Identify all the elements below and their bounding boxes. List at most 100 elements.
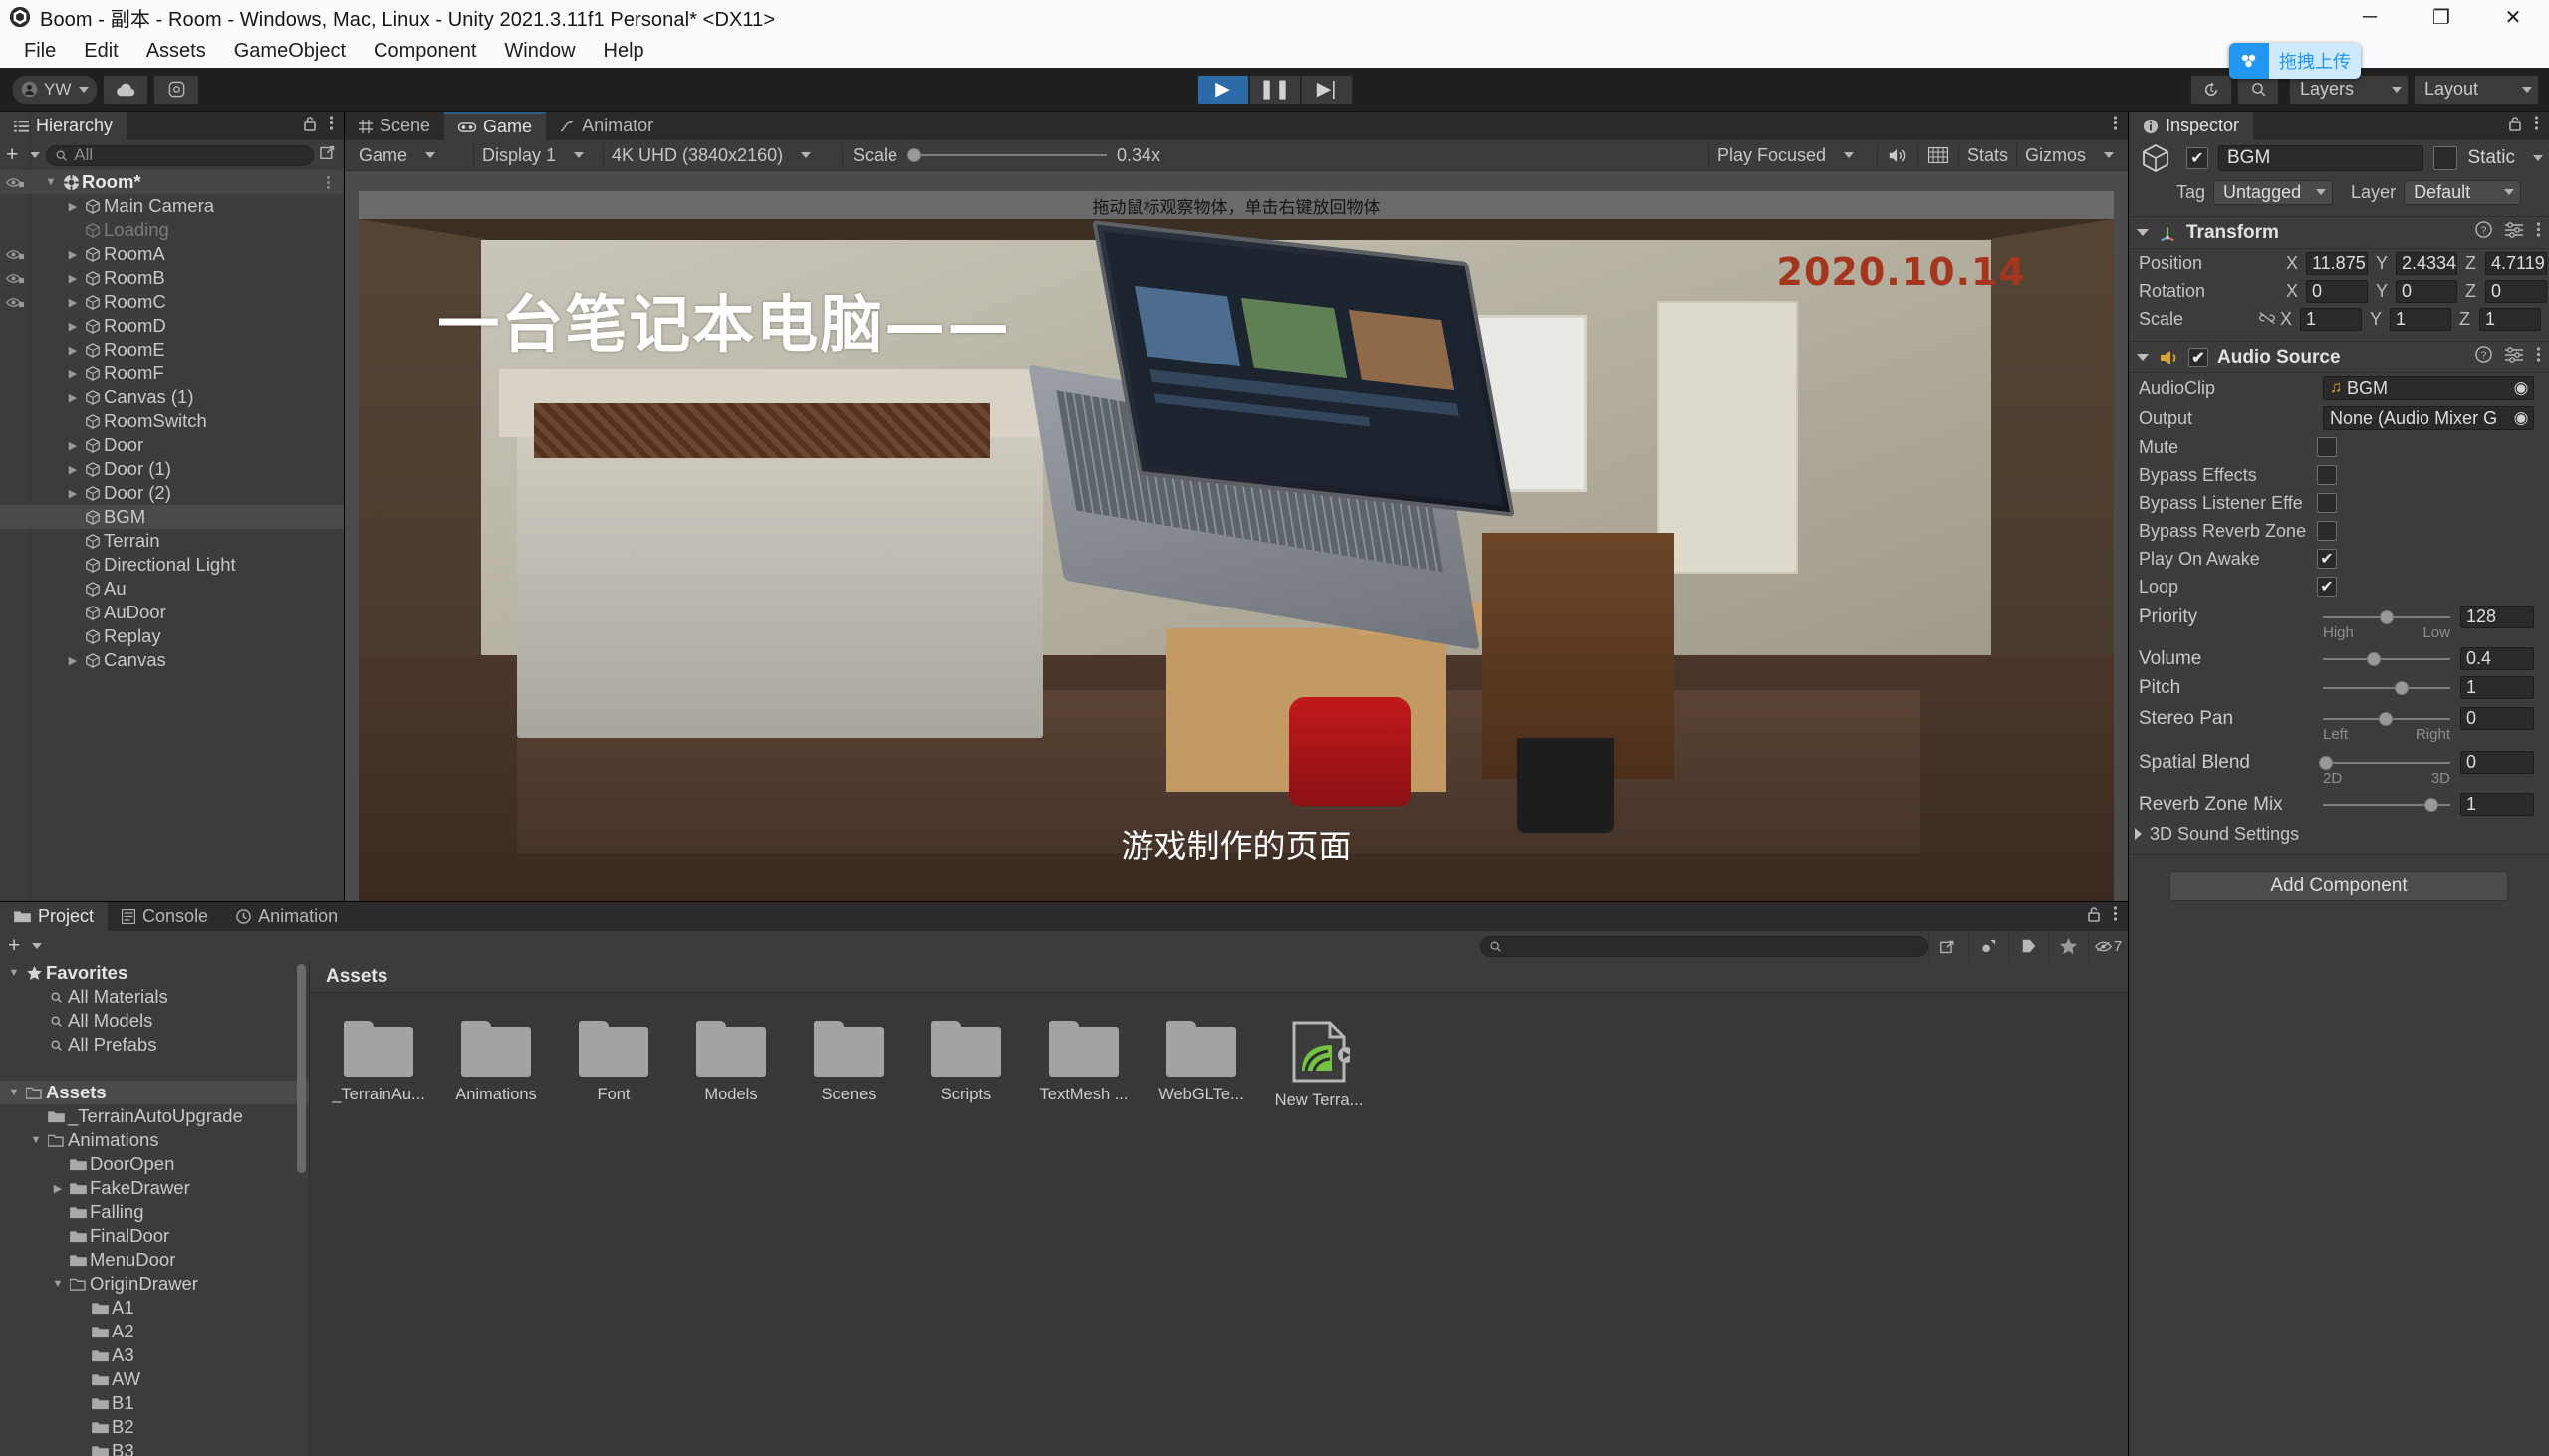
visibility-eye-icon[interactable]	[0, 176, 30, 188]
hierarchy-item[interactable]: ▶ RoomF	[0, 362, 344, 385]
expand-arrow-icon[interactable]: ▶	[64, 391, 82, 404]
audiosource-slider[interactable]	[2323, 607, 2450, 628]
favorite-star-icon[interactable]	[2048, 931, 2088, 961]
project-tree-item[interactable]: All Models	[0, 1009, 309, 1033]
menu-item-assets[interactable]: Assets	[132, 34, 220, 68]
hierarchy-item[interactable]: ▶ Door (1)	[0, 457, 344, 481]
hierarchy-item[interactable]: ▶ RoomA	[0, 242, 344, 266]
transform-y-input[interactable]: 2.4334	[2396, 251, 2457, 275]
object-picker-icon[interactable]: ◉	[2509, 378, 2533, 398]
tag-dropdown[interactable]: Untagged	[2213, 179, 2334, 205]
expand-arrow-icon[interactable]: ▶	[64, 248, 82, 261]
expand-arrow-icon[interactable]: ▶	[64, 272, 82, 285]
menu-item-component[interactable]: Component	[360, 34, 490, 68]
object-enabled-checkbox[interactable]: ✔	[2186, 147, 2208, 169]
expand-arrow-icon[interactable]: ▶	[64, 320, 82, 333]
project-tree-item[interactable]: A3	[0, 1343, 309, 1367]
hierarchy-item[interactable]: RoomSwitch	[0, 409, 344, 433]
asset-grid[interactable]: _TerrainAu... Animations Font Models Scenes S…	[310, 993, 2128, 1110]
project-tree-item[interactable]: A2	[0, 1320, 309, 1343]
collab-button[interactable]	[153, 74, 200, 105]
lock-icon[interactable]	[2508, 116, 2522, 137]
game-target-dropdown[interactable]: Game	[351, 143, 474, 167]
chevron-right-icon[interactable]	[2135, 828, 2142, 840]
expand-arrow-icon[interactable]: ▼	[6, 1087, 22, 1098]
expand-arrow-icon[interactable]: ▶	[64, 367, 82, 380]
slider-knob[interactable]	[2318, 755, 2333, 770]
project-tree-item[interactable]: All Materials	[0, 985, 309, 1009]
kebab-icon[interactable]	[2113, 905, 2118, 928]
layer-dropdown[interactable]: Default	[2404, 179, 2522, 205]
audiosource-slider[interactable]	[2318, 752, 2450, 774]
hierarchy-item[interactable]: Loading	[0, 218, 344, 242]
asset-item[interactable]: _TerrainAu...	[332, 1021, 425, 1110]
expand-arrow-icon[interactable]: ▶	[64, 463, 82, 476]
audiosource-slider[interactable]	[2323, 677, 2450, 699]
asset-item[interactable]: WebGLTe...	[1156, 1021, 1246, 1110]
project-add-button[interactable]: +	[8, 934, 43, 958]
hierarchy-item[interactable]: ▶ Canvas	[0, 648, 344, 672]
kebab-icon[interactable]	[2534, 115, 2539, 137]
game-render-surface[interactable]: 拖动鼠标观察物体，单击右键放回物体 一台笔记本电脑—— 2020.10.14 游…	[359, 191, 2114, 901]
audiosource-checkbox[interactable]	[2317, 521, 2337, 541]
lock-icon[interactable]	[2087, 906, 2101, 928]
project-tree-item[interactable]: MenuDoor	[0, 1248, 309, 1272]
tab-inspector[interactable]: Inspector	[2129, 112, 2254, 140]
chevron-down-icon[interactable]	[2137, 354, 2149, 361]
kebab-icon[interactable]	[2536, 346, 2541, 368]
tab-animation[interactable]: Animation	[222, 902, 353, 931]
transform-x-input[interactable]: 0	[2306, 279, 2368, 303]
tab-project[interactable]: Project	[0, 902, 109, 931]
audiosource-checkbox[interactable]	[2317, 437, 2337, 457]
close-button[interactable]: ✕	[2477, 0, 2549, 34]
hierarchy-add-button[interactable]: +	[6, 143, 41, 167]
slider-knob[interactable]	[2378, 711, 2393, 726]
help-icon[interactable]: ?	[2475, 346, 2492, 368]
project-tree-item[interactable]: All Prefabs	[0, 1033, 309, 1057]
visibility-eye-icon[interactable]	[0, 248, 30, 260]
audio-mode-dropdown[interactable]: Play Focused	[1707, 143, 1878, 167]
asset-item[interactable]: New Terra...	[1274, 1021, 1364, 1110]
expand-arrow-icon[interactable]: ▼	[50, 1278, 66, 1290]
audiosource-slider[interactable]	[2323, 648, 2450, 670]
slider-knob[interactable]	[907, 148, 922, 162]
project-tree-item[interactable]: Falling	[0, 1200, 309, 1224]
tab-game[interactable]: Game	[444, 112, 547, 140]
hierarchy-item[interactable]: ▶ Door	[0, 433, 344, 457]
search-button[interactable]	[2237, 74, 2279, 105]
project-search-input[interactable]	[1480, 935, 1928, 957]
layout-dropdown[interactable]: Layout	[2414, 74, 2539, 105]
project-expand-icon[interactable]	[1928, 931, 1968, 961]
resolution-dropdown[interactable]: 4K UHD (3840x2160)	[604, 143, 843, 167]
object-picker-icon[interactable]: ◉	[2509, 408, 2533, 428]
audiosource-enabled-checkbox[interactable]: ✔	[2188, 347, 2208, 367]
project-tree-item[interactable]: ▼ Animations	[0, 1128, 309, 1152]
expand-arrow-icon[interactable]: ▶	[64, 200, 82, 213]
menu-item-file[interactable]: File	[10, 34, 70, 68]
expand-arrow-icon[interactable]: ▶	[64, 654, 82, 667]
static-checkbox[interactable]	[2433, 146, 2458, 170]
asset-item[interactable]: Scripts	[921, 1021, 1011, 1110]
audiosource-checkbox[interactable]	[2317, 465, 2337, 485]
minimize-button[interactable]: ─	[2334, 0, 2406, 34]
step-button[interactable]: ▶|	[1300, 74, 1353, 105]
hidden-assets-icon[interactable]: 7	[2088, 931, 2128, 961]
audiosource-slider[interactable]	[2323, 794, 2450, 816]
audiosource-checkbox[interactable]	[2317, 493, 2337, 513]
hierarchy-search-input[interactable]: All	[46, 144, 314, 166]
account-button[interactable]: YW	[12, 74, 99, 105]
output-field[interactable]: None (Audio Mixer G ◉	[2323, 406, 2534, 430]
expand-arrow-icon[interactable]: ▼	[6, 967, 22, 979]
undo-history-button[interactable]	[2190, 74, 2232, 105]
slider-knob[interactable]	[2367, 651, 2382, 666]
hierarchy-item[interactable]: BGM	[0, 505, 344, 529]
visibility-eye-icon[interactable]	[0, 272, 30, 284]
slider-knob[interactable]	[2423, 797, 2438, 812]
project-tree-item[interactable]: B3	[0, 1439, 309, 1456]
scale-slider[interactable]	[907, 144, 1108, 166]
game-view-viewport[interactable]: 拖动鼠标观察物体，单击右键放回物体 一台笔记本电脑—— 2020.10.14 游…	[345, 171, 2128, 901]
asset-item[interactable]: Animations	[451, 1021, 541, 1110]
menu-item-edit[interactable]: Edit	[70, 34, 131, 68]
preset-icon[interactable]	[2505, 346, 2523, 368]
hierarchy-expand-icon[interactable]	[320, 143, 338, 167]
